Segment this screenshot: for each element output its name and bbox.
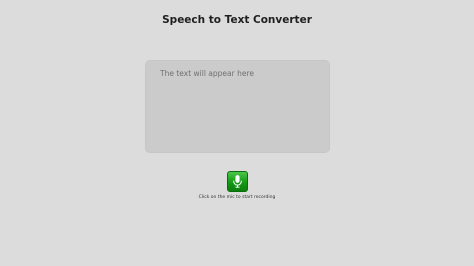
transcript-placeholder: The text will appear here: [160, 69, 254, 78]
transcript-output: The text will appear here: [145, 60, 330, 153]
recording-hint: Click on the mic to start recording: [198, 195, 276, 200]
page-title: Speech to Text Converter: [162, 14, 312, 26]
app-page: Speech to Text Converter The text will a…: [0, 0, 474, 266]
microphone-icon: [233, 175, 242, 188]
mic-record-button[interactable]: [227, 171, 248, 192]
